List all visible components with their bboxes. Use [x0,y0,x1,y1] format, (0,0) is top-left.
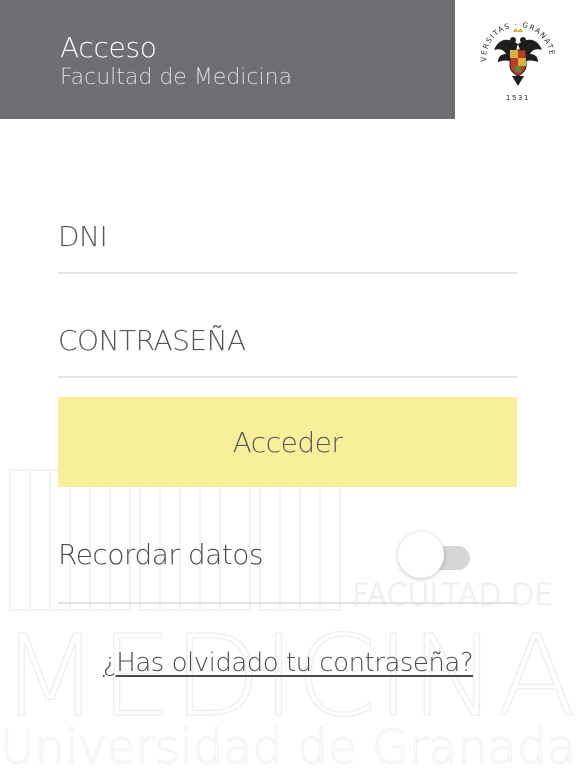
password-field[interactable] [58,318,517,378]
header-bar: Acceso Facultad de Medicina [0,0,455,119]
remember-row: Recordar datos [58,528,517,604]
seal-year: 1531 [506,94,530,102]
password-input[interactable] [58,318,517,362]
toggle-knob [398,532,444,578]
page-subtitle: Facultad de Medicina [60,65,293,90]
watermark-line3: Universidad de Granada [0,720,576,768]
remember-toggle[interactable] [398,532,474,580]
university-seal-icon: UNIVERSITAS · GRANATENSIS 1531 [476,14,558,102]
page-title: Acceso [60,31,157,64]
remember-label: Recordar datos [58,538,263,571]
dni-input[interactable] [58,214,517,258]
dni-field[interactable] [58,214,517,274]
faculty-watermark: FACULTAD DE MEDICINA Universidad de Gran… [0,469,576,768]
login-button[interactable]: Acceder [58,397,517,487]
forgot-password-link[interactable]: ¿Has olvidado tu contraseña? [0,648,576,678]
